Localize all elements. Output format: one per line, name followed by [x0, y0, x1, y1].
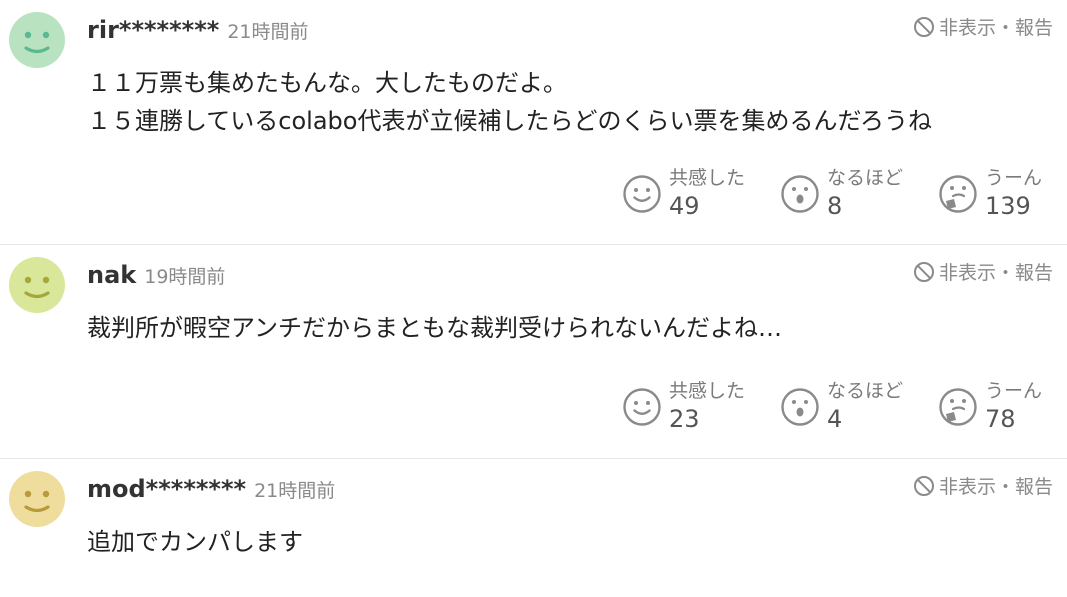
- comment-item: mod******** 21時間前 非表示・報告 追加でカンパします: [0, 459, 1067, 597]
- comment-meta: nak 19時間前: [87, 261, 225, 289]
- reaction-count: 23: [669, 405, 700, 433]
- prohibited-icon: [913, 261, 934, 282]
- timestamp: 21時間前: [254, 480, 336, 502]
- comment-line: １５連勝しているcolabo代表が立候補したらどのくらい票を集めるんだろうね: [87, 107, 933, 135]
- prohibited-icon: [913, 475, 934, 496]
- reaction-empathy-button[interactable]: 共感した 49: [622, 166, 780, 221]
- reaction-label: 共感した: [669, 167, 746, 189]
- avatar[interactable]: [9, 471, 65, 527]
- reaction-count: 49: [669, 192, 700, 220]
- smile-avatar-icon: [9, 257, 65, 313]
- reaction-count: 8: [827, 192, 843, 220]
- comment-meta: mod******** 21時間前: [87, 475, 335, 503]
- reaction-label: 共感した: [669, 380, 746, 402]
- reaction-count: 78: [985, 405, 1016, 433]
- comment-line: 追加でカンパします: [87, 528, 303, 556]
- username[interactable]: nak: [87, 261, 136, 289]
- comment-line: 裁判所が暇空アンチだからまともな裁判受けられないんだよね…: [87, 314, 783, 342]
- comment-body: 裁判所が暇空アンチだからまともな裁判受けられないんだよね…: [87, 309, 782, 347]
- hide-report-label: 非表示・報告: [938, 262, 1053, 284]
- thinking-face-icon: [939, 175, 977, 213]
- hide-report-label: 非表示・報告: [938, 17, 1053, 39]
- reaction-bar: 共感した 49 なるほど 8 うーん 139: [622, 166, 1053, 221]
- reaction-insightful-button[interactable]: なるほど 4: [780, 379, 938, 434]
- reaction-label: なるほど: [827, 380, 904, 402]
- reaction-insightful-button[interactable]: なるほど 8: [780, 166, 938, 221]
- reaction-bar: 共感した 23 なるほど 4 うーん 78: [622, 379, 1053, 434]
- comment-line: １１万票も集めたもんな。大したものだよ。: [87, 69, 567, 97]
- hide-report-link[interactable]: 非表示・報告: [913, 258, 1053, 285]
- smile-face-icon: [623, 388, 661, 426]
- prohibited-icon: [913, 16, 934, 37]
- reaction-hmm-button[interactable]: うーん 78: [938, 379, 1053, 434]
- surprised-face-icon: [781, 388, 819, 426]
- thinking-face-icon: [939, 388, 977, 426]
- comment-item: nak 19時間前 非表示・報告 裁判所が暇空アンチだからまともな裁判受けられな…: [0, 245, 1067, 459]
- smile-avatar-icon: [9, 12, 65, 68]
- reaction-empathy-button[interactable]: 共感した 23: [622, 379, 780, 434]
- avatar[interactable]: [9, 257, 65, 313]
- comment-item: rir******** 21時間前 非表示・報告 １１万票も集めたもんな。大した…: [0, 0, 1067, 245]
- hide-report-label: 非表示・報告: [938, 476, 1053, 498]
- reaction-label: なるほど: [827, 167, 904, 189]
- comment-body: １１万票も集めたもんな。大したものだよ。 １５連勝しているcolabo代表が立候…: [87, 64, 932, 140]
- reaction-hmm-button[interactable]: うーん 139: [938, 166, 1053, 221]
- comment-meta: rir******** 21時間前: [87, 16, 309, 44]
- avatar[interactable]: [9, 12, 65, 68]
- reaction-count: 4: [827, 405, 843, 433]
- surprised-face-icon: [781, 175, 819, 213]
- reaction-label: うーん: [985, 167, 1043, 189]
- reaction-count: 139: [985, 192, 1031, 220]
- comment-body: 追加でカンパします: [87, 523, 303, 561]
- reaction-label: うーん: [985, 380, 1043, 402]
- smile-avatar-icon: [9, 471, 65, 527]
- hide-report-link[interactable]: 非表示・報告: [913, 472, 1053, 499]
- username[interactable]: mod********: [87, 475, 246, 503]
- hide-report-link[interactable]: 非表示・報告: [913, 13, 1053, 40]
- username[interactable]: rir********: [87, 16, 219, 44]
- timestamp: 19時間前: [144, 266, 226, 288]
- smile-face-icon: [623, 175, 661, 213]
- timestamp: 21時間前: [227, 21, 309, 43]
